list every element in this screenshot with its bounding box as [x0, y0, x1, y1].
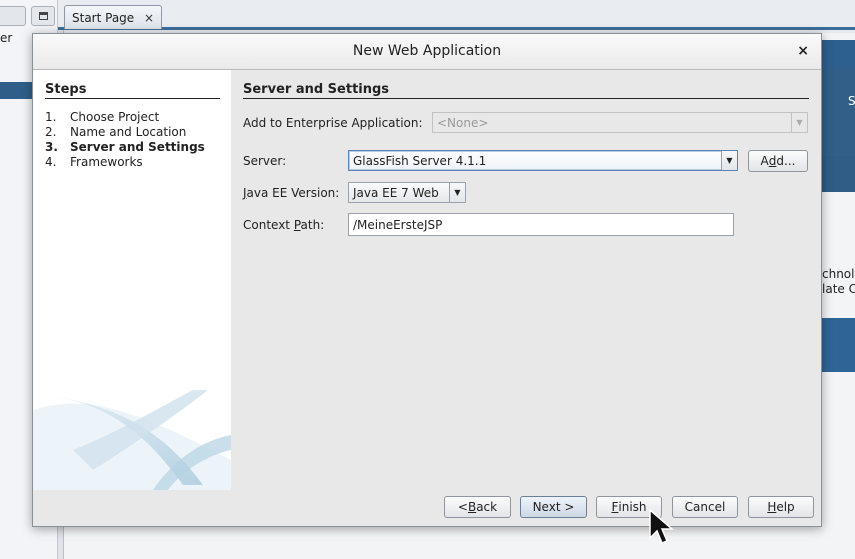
step-label: Choose Project [70, 110, 160, 124]
settings-heading: Server and Settings [243, 82, 809, 99]
label-text: ava EE Version: [246, 186, 340, 200]
next-button[interactable]: Next > [520, 496, 587, 518]
step-label: Server and Settings [70, 140, 205, 154]
label-text: Context [243, 218, 294, 232]
step-item: 2. Name and Location [45, 125, 205, 140]
java-ee-version-label: Java EE Version: [243, 186, 339, 200]
label-mnemonic: P [293, 218, 301, 232]
close-icon[interactable]: × [797, 43, 809, 59]
tab-start-page[interactable]: Start Page × [64, 5, 162, 29]
dropdown-arrow-icon: ▼ [791, 113, 807, 132]
minimize-window-icon[interactable] [31, 6, 55, 26]
start-page-header-band [822, 40, 855, 68]
start-page-footer-band [822, 318, 855, 372]
dialog-titlebar[interactable]: New Web Application × [33, 34, 821, 70]
step-label: Frameworks [70, 155, 143, 169]
btn-text: Cancel [684, 500, 726, 514]
label-text: ath: [300, 218, 325, 232]
back-button[interactable]: < Back [444, 496, 511, 518]
btn-text: inish [618, 500, 647, 514]
btn-text: < [457, 500, 468, 514]
mouse-pointer-icon [649, 509, 675, 544]
context-path-value: /MeineErsteJSP [353, 217, 443, 232]
server-label: Server: [243, 154, 287, 168]
dropdown-arrow-icon[interactable]: ▼ [721, 151, 737, 170]
java-ee-version-value: Java EE 7 Web [353, 185, 439, 200]
steps-panel: Steps 1. Choose Project 2. Name and Locati… [33, 70, 231, 490]
enterprise-app-label: Add to Enterprise Application: [243, 116, 423, 130]
start-page-nav-text[interactable]: S [848, 94, 855, 108]
start-page-nav-band: S [822, 68, 855, 156]
btn-mnemonic: F [611, 500, 619, 514]
cancel-button[interactable]: Cancel [672, 496, 738, 518]
enterprise-app-value: <None> [437, 115, 489, 130]
ide-panel-text: er [0, 31, 13, 45]
wizard-swoosh-graphic [33, 390, 231, 490]
step-number: 2. [45, 125, 57, 139]
step-item: 1. Choose Project [45, 110, 205, 125]
step-item-current: 3. Server and Settings [45, 140, 205, 155]
dialog-title: New Web Application [352, 43, 502, 59]
context-path-label: Context Path: [243, 218, 324, 232]
ide-projects-tab[interactable] [0, 6, 26, 26]
context-path-input[interactable]: /MeineErsteJSP [348, 213, 734, 236]
btn-mnemonic: H [767, 500, 777, 514]
steps-list: 1. Choose Project 2. Name and Location 3. S… [45, 110, 205, 170]
btn-text: elp [776, 500, 795, 514]
close-tab-icon[interactable]: × [144, 11, 154, 25]
server-select[interactable]: GlassFish Server 4.1.1 ▼ [348, 150, 738, 171]
tab-start-page-label: Start Page [72, 10, 135, 25]
btn-text: A [760, 154, 769, 168]
step-label: Name and Location [70, 125, 187, 139]
start-page-text-line: late C [822, 282, 855, 296]
start-page-news-text: chnolo late C [822, 267, 855, 297]
steps-heading: Steps [45, 82, 220, 99]
step-number: 4. [45, 155, 57, 169]
step-item: 4. Frameworks [45, 155, 205, 170]
server-value: GlassFish Server 4.1.1 [353, 153, 487, 168]
add-server-button[interactable]: Ad d... [748, 150, 808, 172]
settings-panel: Server and Settings Add to Enterprise Ap… [231, 70, 821, 490]
btn-mnemonic: d [768, 154, 777, 168]
enterprise-app-select: <None> ▼ [432, 112, 808, 133]
ide-editor-tabstrip: Start Page × [58, 0, 855, 30]
step-number: 3. [45, 140, 58, 154]
btn-text: d... [776, 154, 796, 168]
start-page-text-line: chnolo [822, 267, 855, 281]
help-button[interactable]: Help [748, 496, 814, 518]
start-page-band [822, 156, 855, 192]
step-number: 1. [45, 110, 57, 124]
btn-mnemonic: B [467, 500, 477, 514]
new-web-application-dialog: New Web Application × Steps 1. Choose Pro… [32, 33, 822, 527]
dropdown-arrow-icon[interactable]: ▼ [449, 183, 465, 202]
java-ee-version-select[interactable]: Java EE 7 Web ▼ [348, 182, 466, 203]
btn-text: ack [476, 500, 498, 514]
btn-text: Next > [532, 500, 575, 514]
